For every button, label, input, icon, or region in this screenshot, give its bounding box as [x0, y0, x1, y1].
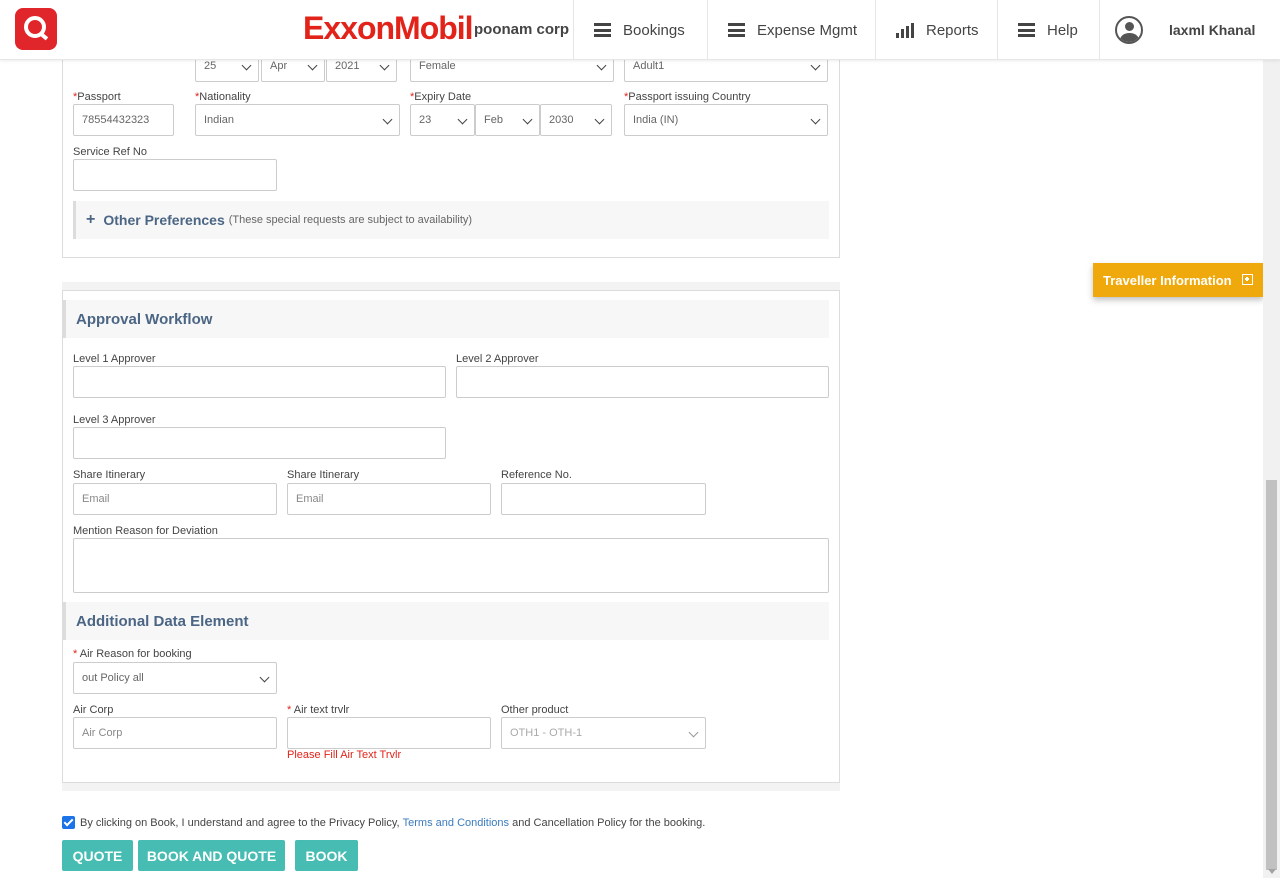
reference-no-input[interactable] — [501, 483, 706, 515]
app-logo-icon[interactable] — [15, 8, 57, 50]
deviation-reason-label: Mention Reason for Deviation — [73, 525, 218, 537]
air-text-label: * Air text trvlr — [287, 704, 350, 716]
service-ref-label: Service Ref No — [73, 146, 147, 158]
nav-expense-label: Expense Mgmt — [757, 21, 858, 39]
divider — [62, 282, 840, 290]
menu-icon — [728, 23, 745, 37]
other-product-label: Other product — [501, 704, 569, 716]
top-header: ExxonMobil poonam corp Bookings Expense … — [0, 0, 1280, 60]
expand-icon — [1242, 274, 1253, 285]
expiry-date-label: *Expiry Date — [410, 91, 472, 103]
nationality-select[interactable]: Indian — [195, 104, 400, 136]
air-corp-label: Air Corp — [73, 704, 114, 716]
additional-data-title: Additional Data Element — [63, 602, 829, 640]
level3-approver-input[interactable] — [73, 427, 446, 459]
page: ExxonMobil poonam corp Bookings Expense … — [0, 0, 1280, 878]
share-itinerary-email-2[interactable]: Email — [287, 483, 491, 515]
air-text-error: Please Fill Air Text Trvlr — [287, 749, 402, 761]
plus-icon: + — [86, 211, 96, 228]
issuing-country-select[interactable]: India (IN) — [624, 104, 828, 136]
service-ref-input[interactable] — [73, 159, 277, 191]
nav-bookings-label: Bookings — [623, 21, 685, 39]
deviation-reason-textarea[interactable] — [73, 538, 829, 593]
level1-approver-input[interactable] — [73, 366, 446, 398]
reference-no-label: Reference No. — [501, 469, 572, 481]
user-avatar-icon — [1115, 16, 1143, 44]
air-reason-select[interactable]: out Policy all — [73, 662, 277, 694]
passport-label: *Passport — [73, 91, 121, 103]
nav-bookings[interactable]: Bookings — [573, 0, 707, 60]
terms-consent: By clicking on Book, I understand and ag… — [62, 816, 705, 829]
expiry-month-select[interactable]: Feb — [475, 104, 540, 136]
nav-reports[interactable]: Reports — [875, 0, 997, 60]
level2-approver-label: Level 2 Approver — [456, 353, 539, 365]
bar-chart-icon — [896, 22, 914, 38]
divider — [62, 783, 840, 791]
level1-approver-label: Level 1 Approver — [73, 353, 156, 365]
share-itinerary-label-2: Share Itinerary — [287, 469, 360, 481]
nav-help[interactable]: Help — [997, 0, 1099, 60]
nav-expense-mgmt[interactable]: Expense Mgmt — [707, 0, 875, 60]
traveller-information-toggle[interactable]: Traveller Information — [1093, 263, 1263, 297]
brand-logo: ExxonMobil — [303, 10, 474, 46]
corp-name: poonam corp — [474, 21, 570, 38]
level3-approver-label: Level 3 Approver — [73, 414, 156, 426]
consent-text-after: and Cancellation Policy for the booking. — [512, 816, 706, 829]
other-preferences-title: Other Preferences — [103, 212, 225, 228]
scroll-down-icon[interactable] — [1268, 869, 1276, 874]
nav-reports-label: Reports — [926, 21, 979, 39]
terms-checkbox[interactable] — [62, 816, 75, 829]
menu-icon — [1018, 23, 1035, 37]
nav-user-profile[interactable]: laxml Khanal — [1099, 0, 1280, 60]
menu-icon — [594, 23, 611, 37]
consent-text-before: By clicking on Book, I understand and ag… — [80, 816, 400, 829]
air-reason-label: * Air Reason for booking — [73, 648, 192, 660]
other-product-select: OTH1 - OTH-1 — [501, 717, 706, 749]
terms-link[interactable]: Terms and Conditions — [403, 817, 509, 829]
approval-workflow-title: Approval Workflow — [63, 300, 829, 338]
level2-approver-input[interactable] — [456, 366, 829, 398]
page-scrollbar[interactable] — [1263, 60, 1280, 878]
issuing-country-label: *Passport issuing Country — [624, 91, 751, 103]
share-itinerary-email-1[interactable]: Email — [73, 483, 277, 515]
nationality-label: *Nationality — [195, 91, 251, 103]
other-preferences-note: (These special requests are subject to a… — [228, 214, 473, 226]
air-corp-input[interactable]: Air Corp — [73, 717, 277, 749]
scrollbar-thumb[interactable] — [1266, 480, 1277, 870]
quote-button[interactable]: QUOTE — [62, 840, 133, 871]
other-preferences-toggle[interactable]: + Other Preferences (These special reque… — [73, 201, 829, 239]
air-text-input[interactable] — [287, 717, 491, 749]
expiry-day-select[interactable]: 23 — [410, 104, 475, 136]
book-button[interactable]: BOOK — [295, 840, 358, 871]
expiry-year-select[interactable]: 2030 — [540, 104, 612, 136]
user-name: laxml Khanal — [1169, 22, 1256, 38]
passport-input[interactable]: 78554432323 — [73, 104, 174, 136]
share-itinerary-label: Share Itinerary — [73, 469, 146, 481]
traveller-information-label: Traveller Information — [1103, 272, 1232, 288]
nav-help-label: Help — [1047, 21, 1078, 39]
book-and-quote-button[interactable]: BOOK AND QUOTE — [138, 840, 285, 871]
